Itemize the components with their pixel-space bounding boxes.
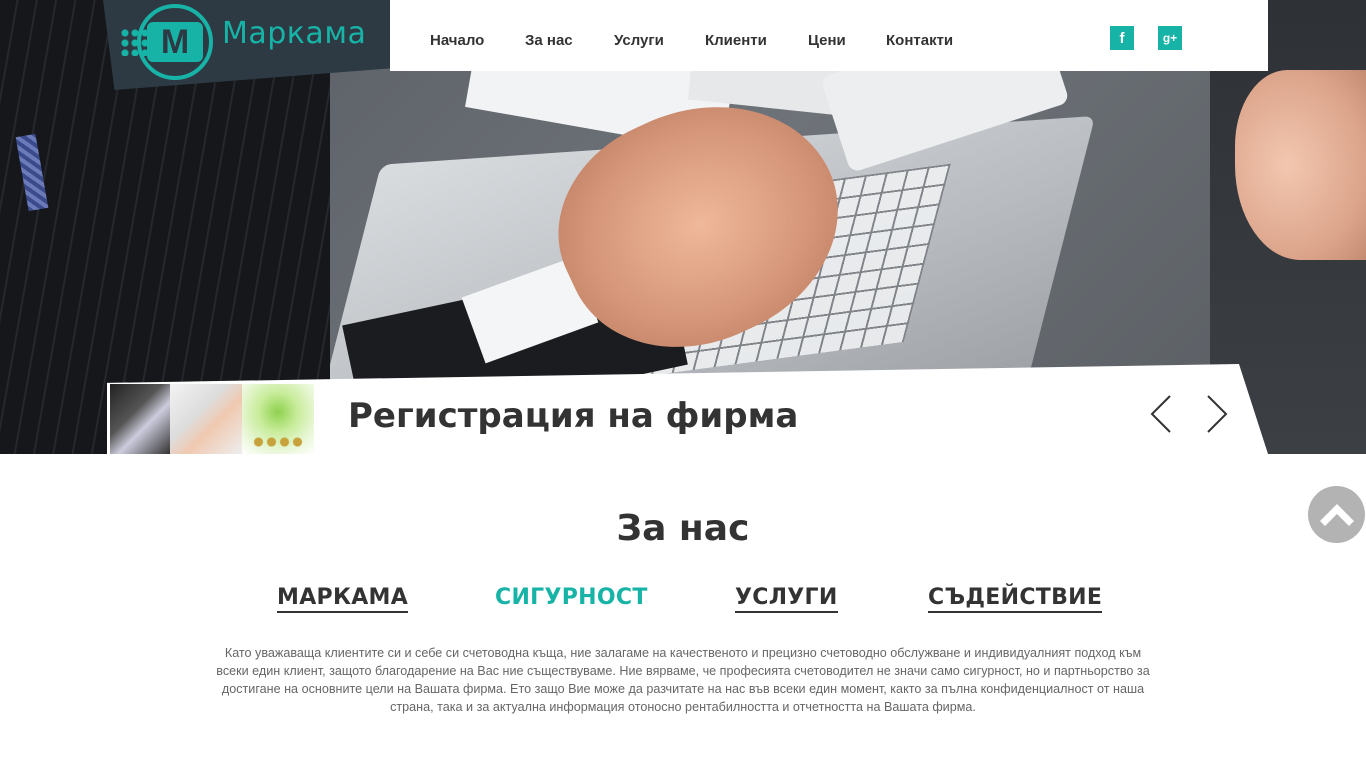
tab-services[interactable]: УСЛУГИ — [735, 585, 838, 613]
chevron-right-icon — [1207, 395, 1228, 433]
nav-item-services[interactable]: Услуги — [614, 32, 664, 49]
section-title: За нас — [616, 508, 750, 549]
nav-item-contacts[interactable]: Контакти — [886, 32, 953, 49]
nav-item-clients[interactable]: Клиенти — [705, 32, 767, 49]
slider-thumbnail-handshake[interactable] — [110, 384, 170, 454]
chevron-left-icon — [1150, 395, 1171, 433]
tab-security[interactable]: СИГУРНОСТ — [495, 585, 648, 613]
hero-hand — [1235, 70, 1366, 260]
facebook-icon[interactable]: f — [1110, 26, 1134, 50]
chevron-up-icon — [1319, 503, 1354, 526]
slide-title: Регистрация на фирма — [348, 396, 799, 436]
nav-item-prices[interactable]: Цени — [808, 32, 846, 49]
tab-assistance[interactable]: СЪДЕЙСТВИЕ — [928, 585, 1103, 613]
nav-item-home[interactable]: Начало — [430, 32, 484, 49]
google-plus-icon[interactable]: g+ — [1158, 26, 1182, 50]
logo-text[interactable]: Маркама — [222, 16, 366, 51]
logo-letter: M — [147, 22, 203, 62]
about-text: Като уважаваща клиентите си и себе си сч… — [216, 646, 1150, 714]
slider-next-button[interactable] — [1198, 394, 1238, 434]
scroll-to-top-button[interactable] — [1308, 486, 1365, 543]
slider-prev-button[interactable] — [1142, 394, 1182, 434]
nav-item-about[interactable]: За нас — [525, 32, 573, 49]
logo-icon[interactable]: M — [137, 4, 213, 80]
tab-markama[interactable]: МАРКАМА — [277, 585, 409, 613]
slider-thumbnail-plants[interactable] — [242, 384, 314, 454]
slider-thumbnail-documents[interactable] — [170, 384, 242, 454]
